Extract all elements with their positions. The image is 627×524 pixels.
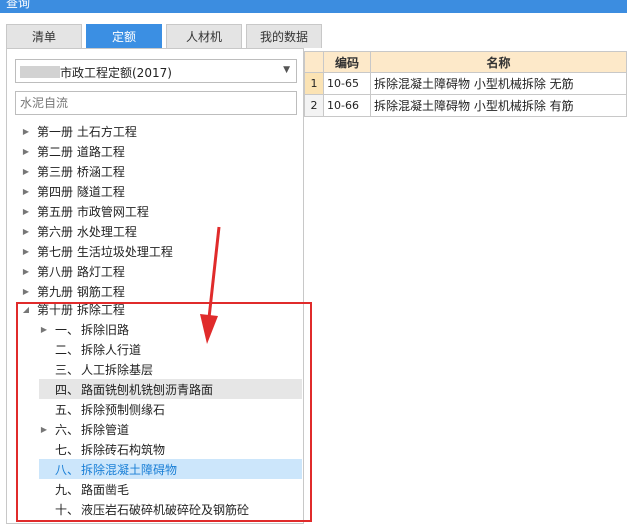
collapse-arrow-icon[interactable]: ◢ bbox=[21, 305, 31, 314]
tree-node-volume-9[interactable]: ▶ 第九册 钢筋工程 bbox=[21, 281, 125, 301]
expand-arrow-icon[interactable]: ▶ bbox=[21, 147, 31, 156]
tree-node-hydraulic-breaker[interactable]: 十、 液压岩石破碎机破碎砼及钢筋砼 bbox=[39, 499, 302, 519]
redacted-region-mask bbox=[20, 66, 60, 78]
tree-node-label: 拆除预制侧缘石 bbox=[81, 402, 166, 417]
tree-node-index: 八、 bbox=[55, 462, 80, 477]
tree-node-index: 五、 bbox=[55, 402, 80, 417]
tree-node-label: 人工拆除基层 bbox=[81, 362, 154, 377]
tree-node-label: 拆除砖石构筑物 bbox=[81, 442, 166, 457]
tree-node-volume-1[interactable]: ▶ 第一册 土石方工程 bbox=[21, 121, 137, 141]
search-box[interactable] bbox=[15, 91, 297, 115]
search-input[interactable] bbox=[20, 93, 290, 113]
tree-node-label: 第八册 路灯工程 bbox=[37, 264, 125, 279]
tree-node-index: 九、 bbox=[55, 482, 80, 497]
cell-name[interactable]: 拆除混凝土障碍物 小型机械拆除 无筋 bbox=[370, 72, 627, 95]
tree-node-label: 液压岩石破碎机破碎砼及钢筋砼 bbox=[81, 502, 250, 517]
tree-node-label: 第十册 拆除工程 bbox=[37, 302, 125, 317]
cell-code[interactable]: 10-65 bbox=[323, 72, 371, 95]
tree-node-milling-asphalt[interactable]: 四、 路面铣刨机铣刨沥青路面 bbox=[39, 379, 302, 399]
table-row[interactable]: 1 10-65 拆除混凝土障碍物 小型机械拆除 无筋 bbox=[304, 72, 627, 95]
quota-library-value: 市政工程定额(2017) bbox=[60, 66, 172, 80]
tree-node-demolish-sidewalk[interactable]: 二、 拆除人行道 bbox=[39, 339, 302, 359]
chevron-down-icon[interactable]: ▼ bbox=[283, 65, 290, 75]
expand-arrow-icon[interactable]: ▶ bbox=[21, 167, 31, 176]
tab-quota[interactable]: 定额 bbox=[86, 24, 162, 48]
expand-arrow-icon[interactable]: ▶ bbox=[21, 227, 31, 236]
tree-node-label: 路面凿毛 bbox=[81, 482, 130, 497]
tree-node-index: 一、 bbox=[55, 322, 80, 337]
tree-node-demolish-curbstone[interactable]: 五、 拆除预制侧缘石 bbox=[39, 399, 302, 419]
tab-my-data[interactable]: 我的数据 bbox=[246, 24, 322, 48]
row-number: 1 bbox=[304, 72, 324, 95]
window-title-bar: 查询 bbox=[0, 0, 627, 13]
column-header-name[interactable]: 名称 bbox=[370, 51, 627, 73]
tree-node-road-roughening[interactable]: 九、 路面凿毛 bbox=[39, 479, 302, 499]
window-title: 查询 bbox=[6, 0, 31, 10]
tree-node-volume-2[interactable]: ▶ 第二册 道路工程 bbox=[21, 141, 125, 161]
tree-node-label: 第三册 桥涵工程 bbox=[37, 164, 125, 179]
table-row[interactable]: 2 10-66 拆除混凝土障碍物 小型机械拆除 有筋 bbox=[304, 94, 627, 117]
tree-node-label: 第五册 市政管网工程 bbox=[37, 204, 149, 219]
tree-node-demolish-pipeline[interactable]: ▶ 六、 拆除管道 bbox=[39, 419, 302, 439]
tree-node-label: 拆除人行道 bbox=[81, 342, 142, 357]
table-header-row: 编码 名称 bbox=[304, 51, 627, 73]
tree-node-demolish-old-road[interactable]: ▶ 一、 拆除旧路 bbox=[39, 319, 302, 339]
tree-node-index: 四、 bbox=[55, 382, 80, 397]
expand-arrow-icon[interactable]: ▶ bbox=[21, 267, 31, 276]
expand-arrow-icon[interactable]: ▶ bbox=[39, 325, 49, 334]
expand-arrow-icon[interactable]: ▶ bbox=[21, 287, 31, 296]
tree-node-index: 十、 bbox=[55, 502, 80, 517]
tree-node-volume-8[interactable]: ▶ 第八册 路灯工程 bbox=[21, 261, 125, 281]
tree-node-volume-7[interactable]: ▶ 第七册 生活垃圾处理工程 bbox=[21, 241, 173, 261]
tree-node-volume-6[interactable]: ▶ 第六册 水处理工程 bbox=[21, 221, 137, 241]
tree-node-label: 拆除混凝土障碍物 bbox=[81, 462, 178, 477]
cell-name[interactable]: 拆除混凝土障碍物 小型机械拆除 有筋 bbox=[370, 94, 627, 117]
expand-arrow-icon[interactable]: ▶ bbox=[21, 207, 31, 216]
tree-node-manual-demolish-base[interactable]: 三、 人工拆除基层 bbox=[39, 359, 302, 379]
tree-node-index: 二、 bbox=[55, 342, 80, 357]
tree-node-demolish-concrete-obstacle[interactable]: 八、 拆除混凝土障碍物 bbox=[39, 459, 302, 479]
tree-node-volume-10[interactable]: ◢ 第十册 拆除工程 bbox=[21, 301, 125, 317]
expand-arrow-icon[interactable]: ▶ bbox=[39, 425, 49, 434]
expand-arrow-icon[interactable]: ▶ bbox=[21, 127, 31, 136]
tree-node-label: 拆除管道 bbox=[81, 422, 130, 437]
tree-node-volume-3[interactable]: ▶ 第三册 桥涵工程 bbox=[21, 161, 125, 181]
cell-code[interactable]: 10-66 bbox=[323, 94, 371, 117]
tree-node-label: 第四册 隧道工程 bbox=[37, 184, 125, 199]
tree-node-demolish-masonry[interactable]: 七、 拆除砖石构筑物 bbox=[39, 439, 302, 459]
quota-library-select[interactable]: 市政工程定额(2017) ▼ bbox=[15, 59, 297, 83]
quota-tree-panel: 市政工程定额(2017) ▼ ▶ 第一册 土石方工程 ▶ 第二册 道路工程 ▶ … bbox=[6, 48, 304, 524]
tree-node-volume-5[interactable]: ▶ 第五册 市政管网工程 bbox=[21, 201, 149, 221]
tree-node-index: 七、 bbox=[55, 442, 80, 457]
tree-node-index: 三、 bbox=[55, 362, 80, 377]
tree-node-label: 第二册 道路工程 bbox=[37, 144, 125, 159]
tree-node-label: 路面铣刨机铣刨沥青路面 bbox=[81, 382, 214, 397]
tree-node-label: 第一册 土石方工程 bbox=[37, 124, 137, 139]
expand-arrow-icon[interactable]: ▶ bbox=[21, 247, 31, 256]
tree-node-volume-4[interactable]: ▶ 第四册 隧道工程 bbox=[21, 181, 125, 201]
column-header-code[interactable]: 编码 bbox=[323, 51, 371, 73]
tree-node-label: 第六册 水处理工程 bbox=[37, 224, 137, 239]
tree-node-index: 六、 bbox=[55, 422, 80, 437]
tree-node-label: 第九册 钢筋工程 bbox=[37, 284, 125, 299]
expand-arrow-icon[interactable]: ▶ bbox=[21, 187, 31, 196]
row-number: 2 bbox=[304, 94, 324, 117]
row-number-header bbox=[304, 51, 324, 73]
tab-labor-material-machine[interactable]: 人材机 bbox=[166, 24, 242, 48]
tab-bar: 清单 定额 人材机 我的数据 bbox=[6, 24, 326, 48]
tree-node-label: 第七册 生活垃圾处理工程 bbox=[37, 244, 173, 259]
tree-node-label: 拆除旧路 bbox=[81, 322, 130, 337]
tab-bill[interactable]: 清单 bbox=[6, 24, 82, 48]
quota-result-table: 编码 名称 1 10-65 拆除混凝土障碍物 小型机械拆除 无筋 2 10-66… bbox=[304, 51, 627, 117]
